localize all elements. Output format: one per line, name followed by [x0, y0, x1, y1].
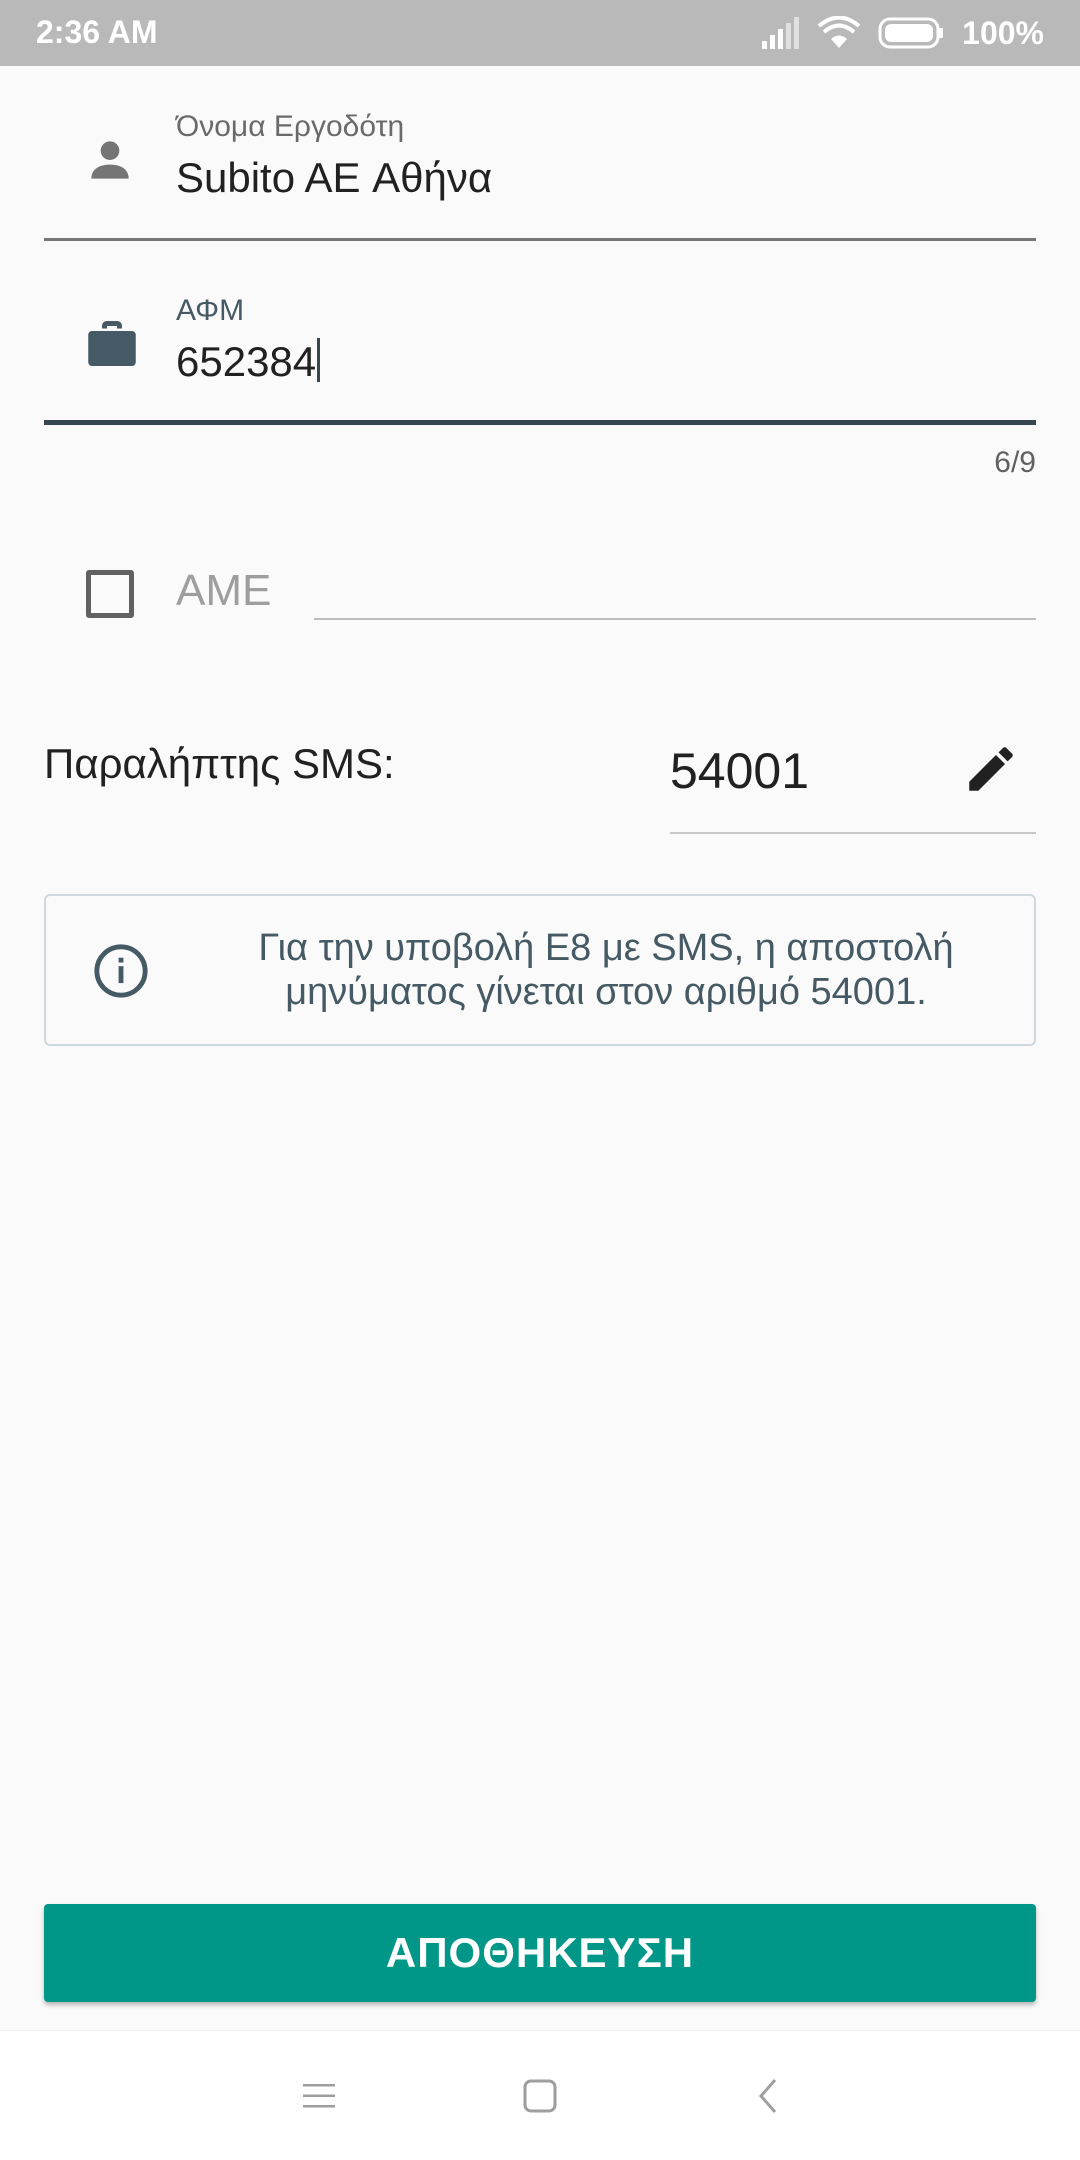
info-icon [92, 942, 150, 1000]
sms-recipient-value: 54001 [670, 743, 810, 799]
briefcase-icon [82, 316, 142, 381]
wifi-icon [818, 16, 861, 50]
info-text: Για την υποβολή Ε8 με SMS, η αποστολή μη… [216, 926, 996, 1014]
home-icon[interactable] [505, 2061, 575, 2131]
employer-name-label: Όνομα Εργοδότη [176, 110, 405, 143]
pencil-icon[interactable] [962, 740, 1020, 798]
status-icons: 100% [760, 12, 1044, 54]
status-time: 2:36 AM [36, 14, 158, 50]
info-text-line-1: Για την υποβολή Ε8 με SMS, η αποστολή [258, 927, 954, 969]
ame-checkbox[interactable] [86, 570, 134, 618]
ame-label: ΑΜΕ [176, 566, 272, 615]
back-icon[interactable] [733, 2061, 803, 2131]
employer-name-field[interactable]: Όνομα Εργοδότη Subito AE Αθήνα [44, 110, 1036, 242]
navigation-bar [0, 2030, 1080, 2160]
employer-name-underline [44, 238, 1036, 241]
save-button[interactable]: ΑΠΟΘΗΚΕΥΣΗ [44, 1904, 1036, 2002]
afm-character-counter: 6/9 [994, 446, 1036, 479]
afm-field[interactable]: ΑΦΜ 652384 [44, 294, 1036, 426]
battery-icon [878, 17, 944, 49]
person-icon [82, 132, 138, 193]
battery-percent: 100% [962, 14, 1044, 51]
sms-recipient-label: Παραλήπτης SMS: [44, 740, 395, 787]
status-bar: 2:36 AM 100% [0, 0, 1080, 66]
afm-input[interactable]: 652384 [176, 338, 321, 386]
ame-underline [314, 618, 1036, 620]
afm-underline [44, 420, 1036, 425]
employer-name-value[interactable]: Subito AE Αθήνα [176, 154, 492, 202]
info-text-line-2: μηνύματος γίνεται στον αριθμό 54001. [285, 971, 927, 1013]
signal-icon [760, 17, 800, 49]
info-box: Για την υποβολή Ε8 με SMS, η αποστολή μη… [44, 894, 1036, 1046]
afm-label: ΑΦΜ [176, 294, 245, 327]
menu-icon[interactable] [284, 2061, 354, 2131]
text-cursor [317, 338, 321, 382]
afm-value: 652384 [176, 338, 317, 385]
sms-underline [670, 832, 1036, 834]
